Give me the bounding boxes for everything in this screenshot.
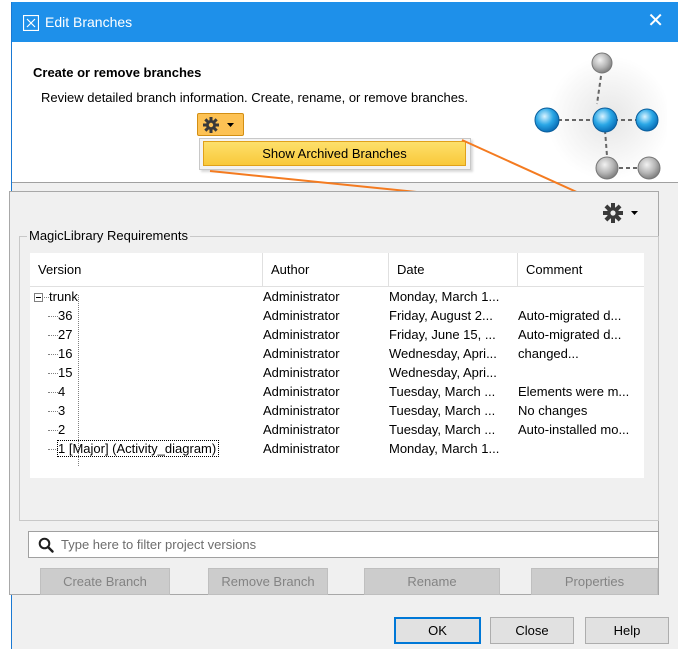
table-row[interactable]: 4 Administrator Tuesday, March ... Eleme…: [30, 382, 644, 401]
header-description: Review detailed branch information. Crea…: [41, 90, 469, 105]
menu-item-show-archived-branches[interactable]: Show Archived Branches: [203, 141, 466, 166]
date-cell: Tuesday, March ...: [389, 403, 496, 418]
author-cell: Administrator: [263, 289, 340, 304]
date-cell: Monday, March 1...: [389, 289, 500, 304]
chevron-down-icon: [227, 123, 234, 127]
collapse-icon[interactable]: [34, 293, 43, 303]
author-cell: Administrator: [263, 384, 340, 399]
header-panel: Create or remove branches Review detaile…: [12, 42, 678, 183]
table-row[interactable]: 16 Administrator Wednesday, Apri... chan…: [30, 344, 644, 363]
options-gear-button[interactable]: [197, 113, 244, 136]
author-cell: Administrator: [263, 346, 340, 361]
branches-illustration: [534, 52, 667, 180]
title-bar: Edit Branches ✕: [12, 2, 678, 42]
create-branch-button[interactable]: Create Branch: [40, 568, 170, 595]
properties-button[interactable]: Properties: [531, 568, 658, 595]
author-cell: Administrator: [263, 403, 340, 418]
comment-cell: Elements were m...: [518, 384, 630, 399]
table-row[interactable]: trunk Administrator Monday, March 1...: [30, 287, 644, 306]
version-label: 36: [58, 308, 73, 323]
rename-button[interactable]: Rename: [364, 568, 500, 595]
author-cell: Administrator: [263, 422, 340, 437]
dialog-icon: [22, 14, 40, 34]
table-row[interactable]: 27 Administrator Friday, June 15, ... Au…: [30, 325, 644, 344]
version-label: trunk: [49, 289, 78, 304]
comment-cell: No changes: [518, 403, 588, 418]
date-cell: Wednesday, Apri...: [389, 346, 497, 361]
close-button[interactable]: Close: [490, 617, 574, 644]
version-label: 4: [58, 384, 66, 399]
ok-button[interactable]: OK: [394, 617, 481, 644]
help-button[interactable]: Help: [585, 617, 669, 644]
version-label: 3: [58, 403, 66, 418]
project-group-title: MagicLibrary Requirements: [27, 228, 190, 243]
comment-cell: Auto-migrated d...: [518, 308, 622, 323]
author-cell: Administrator: [263, 441, 340, 456]
gear-icon: [203, 117, 219, 133]
version-label: 1 [Major] (Activity_diagram): [56, 440, 220, 457]
table-row[interactable]: 2 Administrator Tuesday, March ... Auto-…: [30, 420, 644, 439]
comment-cell: changed...: [518, 346, 579, 361]
column-header-comment[interactable]: Comment: [518, 253, 644, 287]
version-label: 15: [58, 365, 73, 380]
version-label: 27: [58, 327, 73, 342]
chevron-down-icon: [631, 211, 638, 215]
author-cell: Administrator: [263, 327, 340, 342]
comment-cell: [518, 287, 644, 306]
comment-cell: [518, 439, 644, 458]
comment-cell: Auto-installed mo...: [518, 422, 630, 437]
table-row[interactable]: 36 Administrator Friday, August 2... Aut…: [30, 306, 644, 325]
table-row[interactable]: 15 Administrator Wednesday, Apri...: [30, 363, 644, 382]
date-cell: Friday, June 15, ...: [389, 327, 496, 342]
version-label: 2: [58, 422, 66, 437]
table-header: Version Author Date Comment: [30, 253, 644, 287]
filter-placeholder: Type here to filter project versions: [61, 537, 257, 552]
dialog-title: Edit Branches: [45, 14, 133, 30]
date-cell: Wednesday, Apri...: [389, 365, 497, 380]
author-cell: Administrator: [263, 308, 340, 323]
branch-options-menu-button[interactable]: [601, 202, 638, 227]
comment-cell: Auto-migrated d...: [518, 327, 622, 342]
author-cell: Administrator: [263, 365, 340, 380]
gear-icon: [603, 203, 623, 223]
versions-table[interactable]: Version Author Date Comment trunk Admini…: [30, 253, 644, 478]
filter-versions-input[interactable]: Type here to filter project versions: [28, 531, 659, 558]
date-cell: Friday, August 2...: [389, 308, 493, 323]
close-icon[interactable]: ✕: [647, 9, 664, 33]
header-heading: Create or remove branches: [33, 65, 202, 80]
table-row[interactable]: 3 Administrator Tuesday, March ... No ch…: [30, 401, 644, 420]
comment-cell: [518, 363, 644, 382]
options-popup-menu: Show Archived Branches: [199, 138, 471, 170]
date-cell: Tuesday, March ...: [389, 422, 496, 437]
date-cell: Monday, March 1...: [389, 441, 500, 456]
remove-branch-button[interactable]: Remove Branch: [208, 568, 328, 595]
date-cell: Tuesday, March ...: [389, 384, 496, 399]
table-row-selected[interactable]: 1 [Major] (Activity_diagram) Administrat…: [30, 439, 644, 458]
column-header-date[interactable]: Date: [389, 253, 518, 287]
column-header-author[interactable]: Author: [263, 253, 389, 287]
version-label: 16: [58, 346, 73, 361]
search-icon: [38, 537, 54, 553]
column-header-version[interactable]: Version: [30, 253, 263, 287]
